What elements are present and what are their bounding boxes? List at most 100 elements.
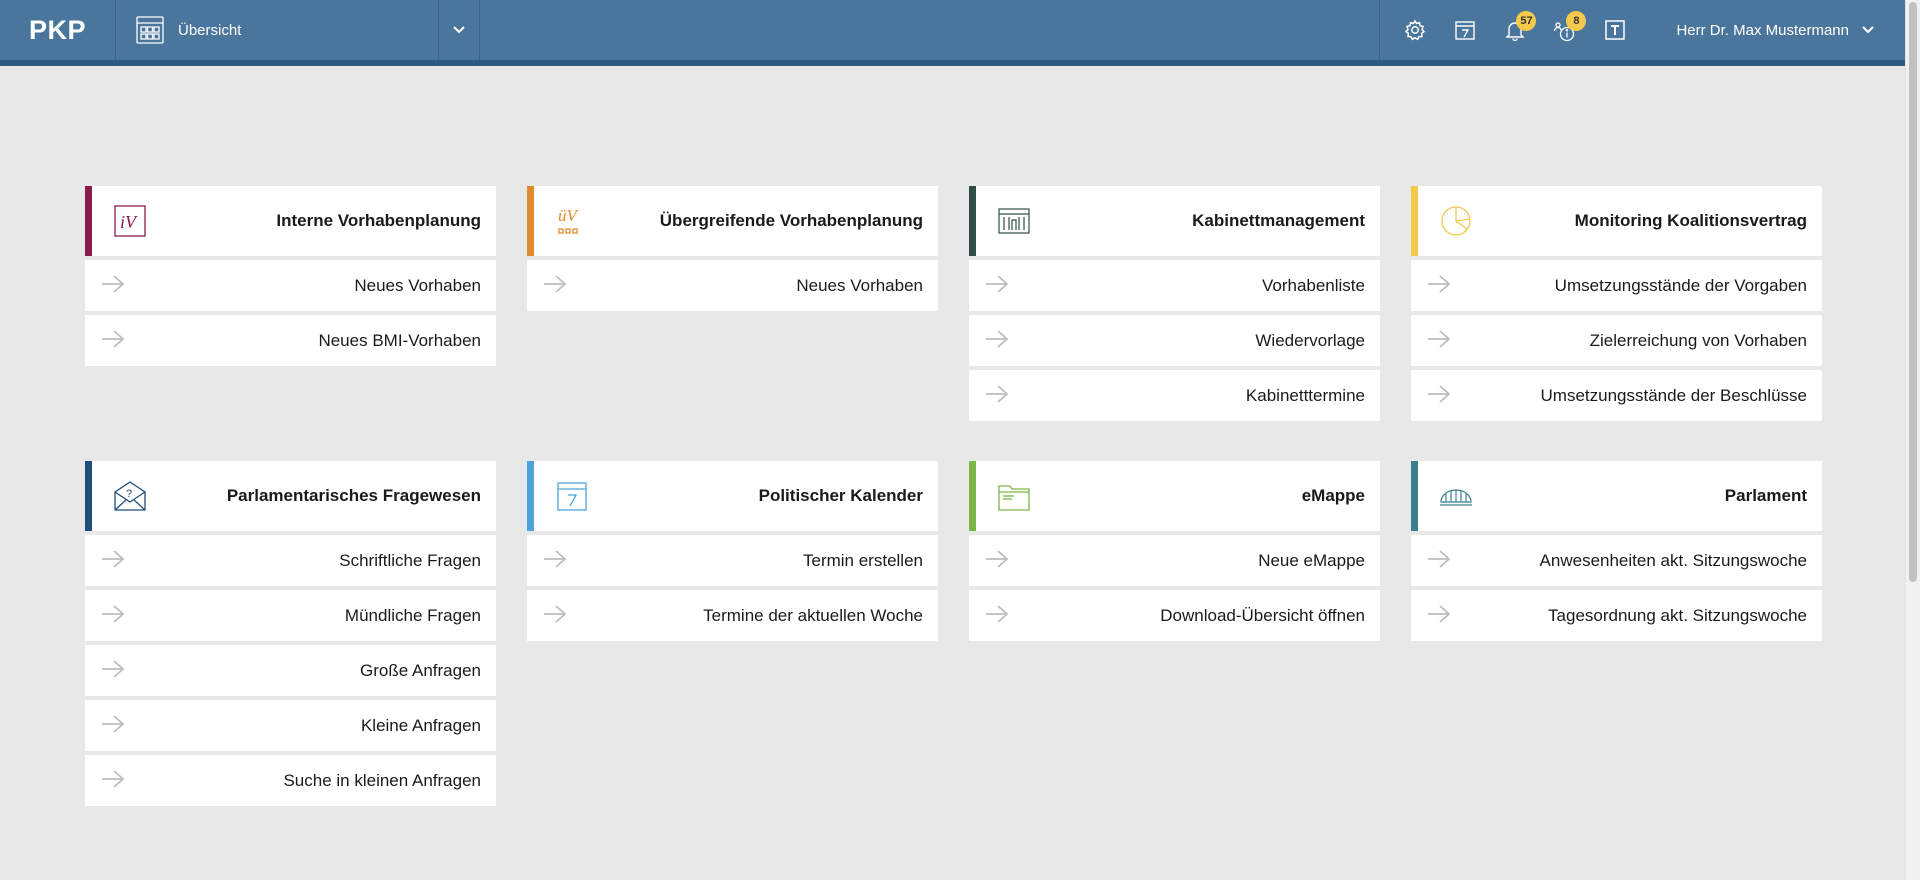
module-selector-label: Übersicht [178, 21, 242, 39]
question-envelope-icon: ? [114, 481, 146, 511]
arrow-right-icon [102, 605, 125, 623]
tile-link[interactable]: Neues Vorhaben [527, 260, 938, 311]
arrow-right-icon [102, 770, 125, 788]
tile-link-label: Umsetzungsstände der Vorgaben [1554, 275, 1807, 295]
tile-header[interactable]: Kabinettmanagement [969, 186, 1380, 256]
tile-link-label: Anwesenheiten akt. Sitzungswoche [1539, 550, 1807, 570]
tile-link[interactable]: Termine der aktuellen Woche [527, 590, 938, 641]
tile-link[interactable]: Neues Vorhaben [85, 260, 496, 311]
tile-link-label: Neues Vorhaben [796, 275, 923, 295]
top-navigation-bar: PKP Übersicht 57 8 Herr Dr. Max Musterma… [0, 0, 1905, 66]
user-menu[interactable]: Herr Dr. Max Mustermann [1640, 0, 1905, 60]
arrow-right-icon [102, 330, 125, 348]
calendar-button[interactable] [1440, 0, 1490, 60]
arrow-right-icon [986, 385, 1009, 403]
arrow-right-icon [986, 330, 1009, 348]
arrow-right-icon [1428, 605, 1451, 623]
tile-link[interactable]: Tagesordnung akt. Sitzungswoche [1411, 590, 1822, 641]
tile-link[interactable]: Kabinetttermine [969, 370, 1380, 421]
text-button[interactable] [1590, 0, 1640, 60]
tile-link-label: Vorhabenliste [1261, 275, 1365, 295]
tile-title: Übergreifende Vorhabenplanung [659, 211, 923, 230]
settings-button[interactable] [1390, 0, 1440, 60]
arrow-right-icon [1428, 275, 1451, 293]
tile-link[interactable]: Große Anfragen [85, 645, 496, 696]
tile-link[interactable]: Neues BMI-Vorhaben [85, 315, 496, 366]
arrow-right-icon [986, 275, 1009, 293]
tile-link[interactable]: Umsetzungsstände der Beschlüsse [1411, 370, 1822, 421]
tile-link-label: Umsetzungsstände der Beschlüsse [1540, 385, 1807, 405]
arrow-right-icon [1428, 550, 1451, 568]
tile-link-label: Neues Vorhaben [354, 275, 481, 295]
tile-title: eMappe [1301, 486, 1365, 505]
tile-link-label: Termine der aktuellen Woche [703, 605, 923, 625]
tile-header[interactable]: iV Interne Vorhabenplanung [85, 186, 496, 256]
calendar-icon [1455, 21, 1476, 40]
svg-text:üV: üV [558, 206, 580, 225]
arrow-right-icon [544, 275, 567, 293]
tile-link-label: Termin erstellen [803, 550, 923, 570]
tile-link-label: Suche in kleinen Anfragen [283, 770, 481, 790]
notifications-count-badge: 57 [1516, 11, 1537, 31]
scrollbar-thumb[interactable] [1909, 2, 1917, 582]
tile-title: Kabinettmanagement [1192, 211, 1365, 230]
svg-text:iV: iV [120, 212, 138, 232]
folder-icon [998, 485, 1030, 511]
tile-link[interactable]: Schriftliche Fragen [85, 535, 496, 586]
tile-politischer-kalender: Politischer Kalender Termin erstellen Te… [527, 461, 938, 806]
tile-header[interactable]: ? Parlamentarisches Fragewesen [85, 461, 496, 531]
tile-header[interactable]: Monitoring Koalitionsvertrag [1411, 186, 1822, 256]
arrow-right-icon [986, 605, 1009, 623]
tile-link-label: Neue eMappe [1258, 550, 1365, 570]
tile-link-label: Schriftliche Fragen [339, 550, 481, 570]
info-count-badge: 8 [1566, 11, 1587, 31]
tile-link[interactable]: Mündliche Fragen [85, 590, 496, 641]
tile-header[interactable]: eMappe [969, 461, 1380, 531]
tile-link[interactable]: Vorhabenliste [969, 260, 1380, 311]
app-logo[interactable]: PKP [0, 0, 116, 60]
tile-title: Monitoring Koalitionsvertrag [1574, 211, 1807, 230]
arrow-right-icon [102, 660, 125, 678]
notifications-button[interactable]: 57 [1490, 0, 1540, 60]
tile-title: Interne Vorhabenplanung [276, 211, 481, 230]
arrow-right-icon [544, 550, 567, 568]
tile-uebergreifende-vorhabenplanung: üV Übergreifende Vorhabenplanung Neues V… [527, 186, 938, 421]
tile-link[interactable]: Kleine Anfragen [85, 700, 496, 751]
tile-title: Parlament [1724, 486, 1807, 505]
tile-header[interactable]: Politischer Kalender [527, 461, 938, 531]
tile-monitoring-koalitionsvertrag: Monitoring Koalitionsvertrag Umsetzungss… [1411, 186, 1822, 421]
tile-link[interactable]: Umsetzungsstände der Vorgaben [1411, 260, 1822, 311]
tile-link[interactable]: Download-Übersicht öffnen [969, 590, 1380, 641]
tile-kabinettmanagement: Kabinettmanagement Vorhabenliste Wiederv… [969, 186, 1380, 421]
tile-link-label: Große Anfragen [360, 660, 481, 680]
tile-link[interactable]: Zielerreichung von Vorhaben [1411, 315, 1822, 366]
tile-title: Politischer Kalender [758, 486, 923, 505]
tile-header[interactable]: Parlament [1411, 461, 1822, 531]
tile-link-label: Zielerreichung von Vorhaben [1589, 330, 1807, 350]
info-people-button[interactable]: 8 [1540, 0, 1590, 60]
tile-header[interactable]: üV Übergreifende Vorhabenplanung [527, 186, 938, 256]
tile-link-label: Kleine Anfragen [360, 715, 481, 735]
pie-chart-icon [1441, 206, 1471, 236]
module-dropdown-toggle[interactable] [439, 0, 480, 60]
user-name: Herr Dr. Max Mustermann [1676, 21, 1849, 39]
tile-link-label: Tagesordnung akt. Sitzungswoche [1548, 605, 1807, 625]
calendar-icon [557, 482, 587, 511]
gear-icon [1405, 19, 1426, 41]
tile-link[interactable]: Anwesenheiten akt. Sitzungswoche [1411, 535, 1822, 586]
page-scrollbar[interactable] [1905, 0, 1920, 880]
arrow-right-icon [544, 605, 567, 623]
tile-link[interactable]: Wiedervorlage [969, 315, 1380, 366]
uev-icon: üV [558, 206, 580, 234]
tile-parlament: Parlament Anwesenheiten akt. Sitzungswoc… [1411, 461, 1822, 806]
tile-link-label: Kabinetttermine [1245, 385, 1365, 405]
module-selector[interactable]: Übersicht [116, 0, 439, 60]
tile-link[interactable]: Termin erstellen [527, 535, 938, 586]
tile-link[interactable]: Suche in kleinen Anfragen [85, 755, 496, 806]
parliament-dome-icon [1440, 489, 1472, 506]
tile-link[interactable]: Neue eMappe [969, 535, 1380, 586]
arrow-right-icon [1428, 385, 1451, 403]
tile-emappe: eMappe Neue eMappe Download-Übersicht öf… [969, 461, 1380, 806]
chevron-down-icon [1862, 26, 1874, 34]
text-icon [1605, 20, 1626, 40]
